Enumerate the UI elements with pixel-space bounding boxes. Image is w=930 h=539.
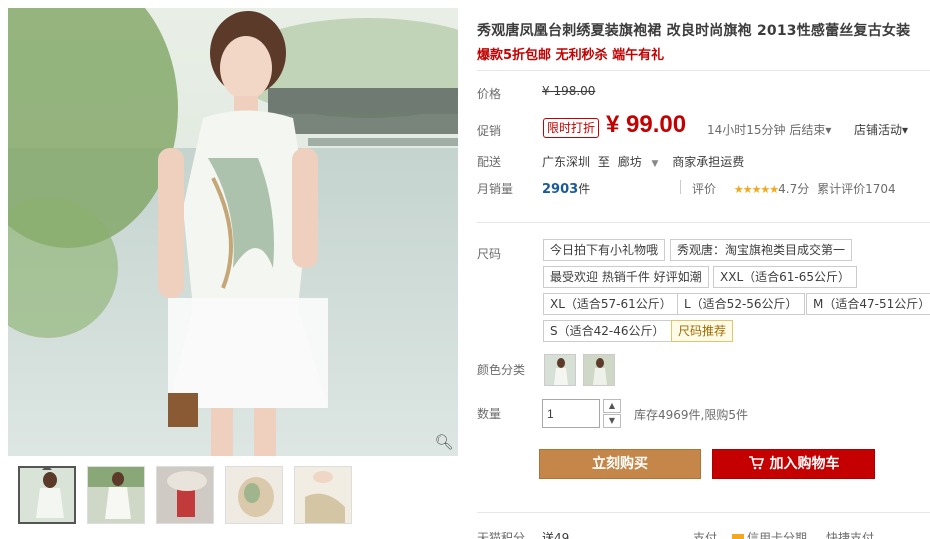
size-option[interactable]: 今日拍下有小礼物哦	[543, 239, 666, 261]
pay-label: 支付	[693, 531, 718, 539]
rating-score: 4.7分	[778, 182, 810, 196]
main-product-image[interactable]: 🔍︎	[8, 8, 458, 456]
product-title: 秀观唐凤凰台刺绣夏装旗袍裙 改良时尚旗袍 2013性感蕾丝复古女装	[477, 23, 911, 39]
thumbnail-image	[157, 467, 213, 523]
size-option[interactable]: S（适合42-46公斤）	[543, 320, 672, 342]
quantity-label: 数量	[477, 407, 502, 421]
star-rating-icon: ★★★★★	[733, 183, 779, 196]
points-value: 送49	[542, 529, 569, 539]
thumbnail-3[interactable]	[156, 466, 214, 524]
stock-info: 库存4969件,限购5件	[634, 408, 748, 422]
product-subtitle: 爆款5折包邮 无利秒杀 端午有礼	[477, 48, 665, 63]
quantity-increase-button[interactable]: ▲	[603, 399, 621, 413]
promo-label: 促销	[477, 124, 502, 138]
size-recommend-button[interactable]: 尺码推荐	[671, 320, 734, 342]
buy-now-button[interactable]: 立刻购买	[539, 449, 701, 479]
thumbnail-2[interactable]	[87, 466, 145, 524]
color-swatch-2[interactable]	[583, 354, 615, 386]
rating-info: 评价 ★★★★★4.7分 累计评价1704	[692, 180, 896, 197]
thumbnail-4[interactable]	[225, 466, 283, 524]
product-detail-page: 🔍︎ 秀观唐凤凰台刺绣夏装旗袍裙 改良时尚旗袍 2013性感蕾丝复古女装 爆款5…	[0, 0, 930, 539]
thumbnail-image	[88, 467, 144, 523]
size-option[interactable]: 最受欢迎 热销千件 好评如潮	[543, 266, 709, 288]
sales-number: 2903	[542, 182, 579, 197]
promo-tag: 限时打折	[543, 118, 600, 138]
add-to-cart-button[interactable]: 加入购物车	[712, 449, 875, 479]
thumbnail-image	[20, 468, 74, 522]
shop-activity-dropdown[interactable]: 店铺活动▾	[854, 121, 908, 138]
size-option[interactable]: M（适合47-51公斤）	[806, 293, 930, 315]
product-photo	[8, 8, 458, 456]
thumbnail-strip	[18, 466, 352, 524]
quantity-decrease-button[interactable]: ▼	[603, 414, 621, 428]
size-option[interactable]: 秀观唐：淘宝旗袍类目成交第一	[670, 239, 853, 261]
shipping-note: 商家承担运费	[672, 155, 745, 169]
cumulative-reviews[interactable]: 累计评价1704	[817, 182, 896, 196]
shipping-origin: 广东深圳	[542, 155, 591, 169]
thumbnail-image	[226, 467, 282, 523]
color-swatch-1[interactable]	[544, 354, 576, 386]
divider	[477, 512, 930, 513]
points-text: 送49	[542, 531, 570, 539]
size-option[interactable]: XXL（适合61-65公斤）	[713, 266, 857, 288]
quantity-input[interactable]	[542, 399, 600, 428]
credit-installment[interactable]: 信用卡分期	[732, 529, 807, 539]
shipping-to: 至	[597, 155, 610, 169]
size-option[interactable]: L（适合52-56公斤）	[677, 293, 805, 315]
swatch-image	[545, 355, 575, 385]
chevron-down-icon[interactable]: ▼	[652, 159, 659, 169]
price-label: 价格	[477, 87, 502, 101]
color-label: 颜色分类	[477, 363, 526, 377]
swatch-image	[584, 355, 614, 385]
shipping-label: 配送	[477, 155, 502, 169]
add-to-cart-label: 加入购物车	[769, 456, 840, 472]
rating-label: 评价	[692, 182, 717, 196]
shipping-info: 广东深圳 至 廊坊 ▼ 商家承担运费	[542, 153, 744, 170]
original-price: ¥ 198.00	[542, 84, 596, 98]
divider	[477, 222, 930, 223]
countdown-dropdown[interactable]: 14小时15分钟 后结束▾	[707, 121, 831, 138]
magnifier-icon[interactable]: 🔍︎	[434, 432, 454, 452]
points-label: 天猫积分	[477, 531, 526, 539]
thumbnail-1[interactable]	[18, 466, 76, 524]
divider	[477, 70, 930, 71]
thumbnail-5[interactable]	[294, 466, 352, 524]
thumbnail-image	[295, 467, 351, 523]
size-label: 尺码	[477, 247, 502, 261]
sales-count: 2903件	[542, 180, 590, 197]
shipping-destination[interactable]: 廊坊	[618, 155, 642, 169]
size-option[interactable]: XL（适合57-61公斤）	[543, 293, 679, 315]
credit-text: 信用卡分期	[747, 531, 808, 539]
promo-price: ¥ 99.00	[606, 111, 687, 138]
quick-pay[interactable]: 快捷支付	[826, 529, 874, 539]
cart-icon	[748, 456, 764, 470]
sales-label: 月销量	[477, 182, 514, 196]
divider	[680, 180, 681, 194]
sales-unit: 件	[578, 182, 591, 196]
card-icon	[732, 534, 744, 539]
